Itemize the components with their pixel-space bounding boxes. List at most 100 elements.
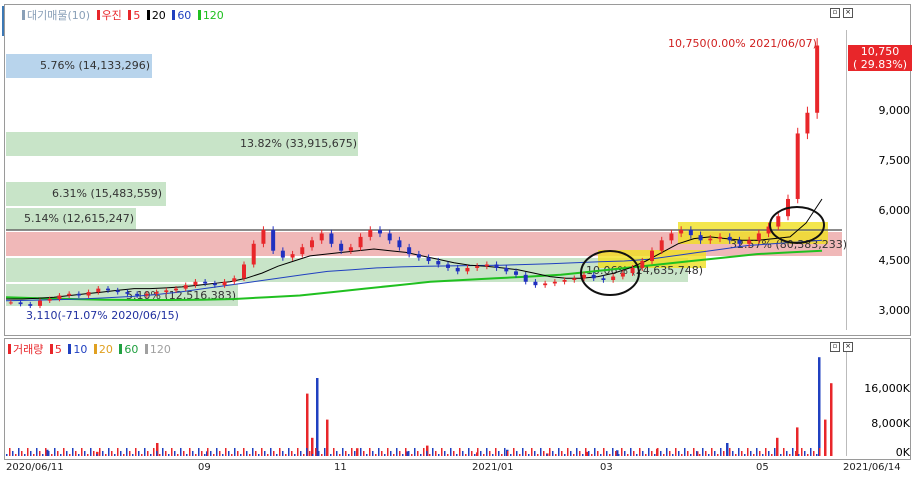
volume-bar-minor [105, 454, 107, 456]
volume-bar-minor [69, 454, 71, 456]
price-tick-4500: 4,500 [878, 254, 911, 267]
volume-bar-minor [684, 448, 686, 456]
legend-item-ma5[interactable]: 5 [128, 9, 140, 22]
volume-bar-minor [588, 451, 590, 456]
volume-bar-minor [114, 454, 116, 456]
volume-bar-minor [561, 451, 563, 456]
volume-bar-minor [507, 451, 509, 456]
volume-bar-minor [537, 454, 539, 456]
volume-bar-minor [57, 451, 59, 456]
volume-bar-minor [435, 451, 437, 456]
volume-bar-minor [51, 454, 53, 456]
volume-bar-minor [66, 451, 68, 456]
x-label-mar: 03 [600, 462, 613, 473]
volume-bar-minor [804, 451, 806, 456]
volume-bar-minor [138, 451, 140, 456]
volume-bar-minor [672, 454, 674, 456]
volume-bar-minor [567, 448, 569, 456]
volume-bar-minor [663, 454, 665, 456]
volume-bar-minor [6, 454, 8, 456]
candle-body [86, 292, 91, 296]
volume-panel-maximize-button[interactable]: ▫ [830, 342, 840, 352]
candle-body [144, 293, 149, 296]
legend-item-ma20[interactable]: 20 [146, 9, 166, 22]
volume-bar-minor [60, 454, 62, 456]
volume-bar-minor [756, 448, 758, 456]
volume-bar-minor [486, 448, 488, 456]
volume-bar-minor [777, 451, 779, 456]
volume-bar-minor [657, 448, 659, 456]
volume-bar-minor [462, 451, 464, 456]
volume-bar-minor [441, 448, 443, 456]
volume-tick-0k: 0K [895, 446, 910, 459]
price-tick-7500: 7,500 [878, 154, 911, 167]
volume-bar-minor [309, 451, 311, 456]
volume-panel-close-button[interactable]: × [843, 342, 853, 352]
volume-bar-minor [681, 454, 683, 456]
candle-body [115, 290, 120, 293]
volume-bar-minor [573, 454, 575, 456]
legend-item-supply[interactable]: 대기매물(10) [22, 7, 90, 23]
candle-body [368, 230, 373, 237]
volume-bar-minor [228, 451, 230, 456]
volume-bar-minor [39, 451, 41, 456]
volume-bar-minor [318, 451, 320, 456]
volume-bar-minor [786, 451, 788, 456]
volume-bar-minor [135, 448, 137, 456]
volume-bar-minor [81, 448, 83, 456]
volume-bar-minor [417, 451, 419, 456]
volume-bar-minor [705, 451, 707, 456]
price-panel-close-button[interactable]: × [843, 8, 853, 18]
volume-bar-minor [528, 454, 530, 456]
volume-bar-minor [204, 454, 206, 456]
candle-body [387, 233, 392, 241]
volume-bar-minor [291, 451, 293, 456]
legend-item-ma120[interactable]: 120 [197, 9, 224, 22]
volume-bar-minor [141, 454, 143, 456]
candle-body [174, 288, 178, 291]
legend-item-ma60[interactable]: 60 [172, 9, 191, 22]
legend-item-stock[interactable]: 우진 [96, 7, 122, 23]
volume-bar-minor [339, 454, 341, 456]
volume-bar-minor [474, 454, 476, 456]
volume-bar-minor [288, 448, 290, 456]
candle-body [407, 247, 412, 255]
price-panel-maximize-button[interactable]: ▫ [830, 8, 840, 18]
volume-bar-minor [24, 454, 26, 456]
volume-bar-minor [249, 454, 251, 456]
x-label-may: 05 [756, 462, 769, 473]
volume-bar-minor [798, 454, 800, 456]
volume-bar-minor [555, 454, 557, 456]
x-label-end: 2021/06/14 [843, 462, 901, 473]
volume-bar [824, 419, 827, 456]
volume-bar-minor [393, 454, 395, 456]
candle-body [242, 264, 246, 279]
volume-bar-minor [615, 451, 617, 456]
volume-bar-minor [75, 451, 77, 456]
volume-bar-minor [108, 448, 110, 456]
volume-bar-minor [237, 451, 239, 456]
volume-bar-minor [195, 454, 197, 456]
volume-bar-minor [570, 451, 572, 456]
volume-bar-minor [432, 448, 434, 456]
volume-bar-minor [498, 451, 500, 456]
volume-bar-minor [297, 448, 299, 456]
volume-bar-minor [33, 454, 35, 456]
volume-bar-minor [801, 448, 803, 456]
volume-bar-minor [792, 448, 794, 456]
volume-bar-minor [783, 448, 785, 456]
volume-chart-plot [6, 357, 833, 456]
volume-bar-minor [477, 448, 479, 456]
volume-bar-minor [471, 451, 473, 456]
volume-bar-minor [711, 448, 713, 456]
volume-bar-minor [492, 454, 494, 456]
volume-bar-minor [513, 448, 515, 456]
volume-bar-minor [543, 451, 545, 456]
candle-body [203, 281, 208, 284]
volume-bar-minor [519, 454, 521, 456]
volume-bar-minor [102, 451, 104, 456]
volume-bar-minor [468, 448, 470, 456]
volume-bar-minor [396, 448, 398, 456]
volume-bar-minor [357, 454, 359, 456]
volume-bar-minor [342, 448, 344, 456]
